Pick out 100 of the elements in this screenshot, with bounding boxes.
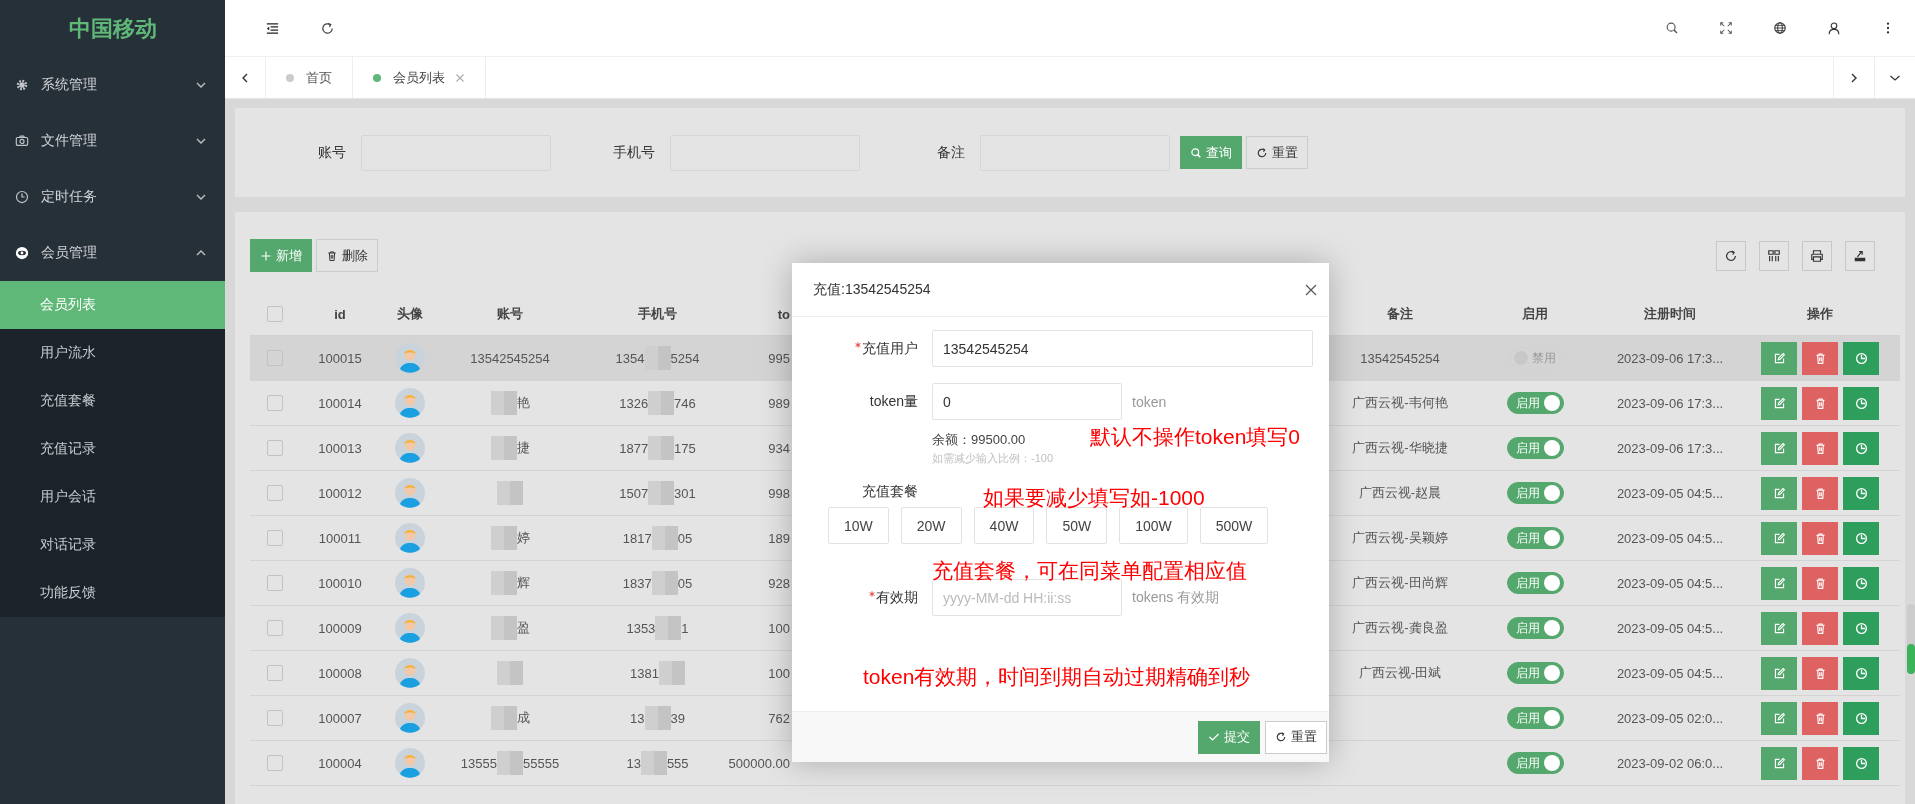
search-icon[interactable] [1665,21,1679,35]
table-cell: 2023-09-05 02:0... [1616,710,1724,726]
submenu-item[interactable]: 充值套餐 [0,377,225,425]
menu-item[interactable]: 系统管理 [0,57,225,113]
delete-button[interactable] [1802,431,1838,465]
edit-button[interactable] [1761,521,1797,555]
edit-icon [1772,396,1786,410]
clock-button[interactable] [1843,431,1879,465]
trash-icon [1813,486,1827,500]
row-checkbox[interactable] [267,665,283,681]
table-cell: 1354 [615,350,645,366]
row-checkbox[interactable] [267,575,283,591]
submenu-item[interactable]: 用户会话 [0,473,225,521]
table-cell: 13 [630,710,645,726]
menu-item[interactable]: 文件管理 [0,113,225,169]
menu-item[interactable]: 会员管理 [0,225,225,281]
table-cell: 555 [666,755,689,771]
trash-icon [1813,621,1827,635]
edit-button[interactable] [1761,656,1797,690]
table-cell: 05 [677,530,693,546]
delete-button[interactable] [1802,341,1838,375]
edit-button[interactable] [1761,476,1797,510]
globe-icon[interactable] [1773,21,1787,35]
delete-button[interactable] [1802,701,1838,735]
blur-mosaic [490,706,517,730]
package-button[interactable]: 40W [973,507,1035,544]
reset-button[interactable]: 重置 [1265,720,1327,754]
edit-button[interactable] [1761,611,1797,645]
delete-button[interactable]: 删除 [316,239,378,272]
clock-icon [1854,621,1868,635]
submenu-item[interactable]: 对话记录 [0,521,225,569]
package-button[interactable]: 10W [828,507,889,544]
trash-icon [1813,396,1827,410]
delete-button[interactable] [1802,476,1838,510]
plus-icon [260,249,272,262]
refresh-button[interactable] [1716,240,1746,271]
select-all-checkbox[interactable] [267,306,283,322]
row-checkbox[interactable] [267,710,283,726]
edit-button[interactable] [1761,431,1797,465]
edit-button[interactable] [1761,386,1797,420]
package-button[interactable]: 500W [1199,507,1269,544]
row-checkbox[interactable] [267,530,283,546]
edit-button[interactable] [1761,746,1797,780]
edit-button[interactable] [1761,341,1797,375]
delete-button[interactable] [1802,521,1838,555]
row-checkbox[interactable] [267,440,283,456]
package-button[interactable]: 100W [1119,507,1188,544]
field-label: 手机号 [613,143,655,162]
edit-button[interactable] [1761,701,1797,735]
clock-button[interactable] [1843,566,1879,600]
clock-button[interactable] [1843,611,1879,645]
refresh-icon[interactable] [320,20,335,36]
clock-button[interactable] [1843,386,1879,420]
clock-button[interactable] [1843,701,1879,735]
clock-button[interactable] [1843,521,1879,555]
table-cell: 1507 [619,485,649,501]
table-cell: 100 [768,620,790,636]
blur-mosaic [490,436,517,460]
clock-button[interactable] [1843,476,1879,510]
package-button[interactable]: 20W [900,507,962,544]
avatar-icon [395,388,425,418]
close-icon[interactable] [1305,283,1317,296]
submenu-item[interactable]: 用户流水 [0,329,225,377]
row-checkbox[interactable] [267,620,283,636]
token-input-field[interactable]: 0 [932,383,1122,420]
scrollbar[interactable] [1907,604,1915,674]
menu-item[interactable]: 定时任务 [0,169,225,225]
export-button[interactable] [1845,240,1875,271]
table-cell: 2023-09-06 17:3... [1616,395,1724,411]
table-cell: 189 [768,530,790,546]
delete-button[interactable] [1802,746,1838,780]
table-cell: 500000.00 [728,755,790,771]
page-tab[interactable]: 首页 [266,57,353,98]
delete-button[interactable] [1802,386,1838,420]
clock-icon [1854,711,1868,725]
menu-fold-icon[interactable] [265,20,280,36]
edit-icon [1772,576,1786,590]
clock-button[interactable] [1843,746,1879,780]
clock-button[interactable] [1843,656,1879,690]
row-checkbox[interactable] [267,485,283,501]
field-label: 备注 [937,143,965,162]
submenu-item[interactable]: 功能反馈 [0,569,225,617]
clock-button[interactable] [1843,341,1879,375]
delete-button[interactable] [1802,656,1838,690]
submenu-item[interactable]: 充值记录 [0,425,225,473]
delete-button[interactable] [1802,566,1838,600]
blur-mosaic [655,616,682,640]
user-icon[interactable] [1827,21,1841,35]
fullscreen-icon[interactable] [1719,21,1733,35]
print-button[interactable] [1802,240,1832,271]
columns-button[interactable] [1759,240,1789,271]
delete-button[interactable] [1802,611,1838,645]
user-input-field[interactable]: 13542545254 [932,330,1313,367]
page-tab[interactable]: 会员列表 [353,57,486,98]
reset-button[interactable]: 重置 [1246,136,1308,169]
edit-button[interactable] [1761,566,1797,600]
eye-icon [15,246,29,260]
table-cell: 998 [768,485,790,501]
row-checkbox[interactable] [267,755,283,771]
row-checkbox[interactable] [267,395,283,411]
